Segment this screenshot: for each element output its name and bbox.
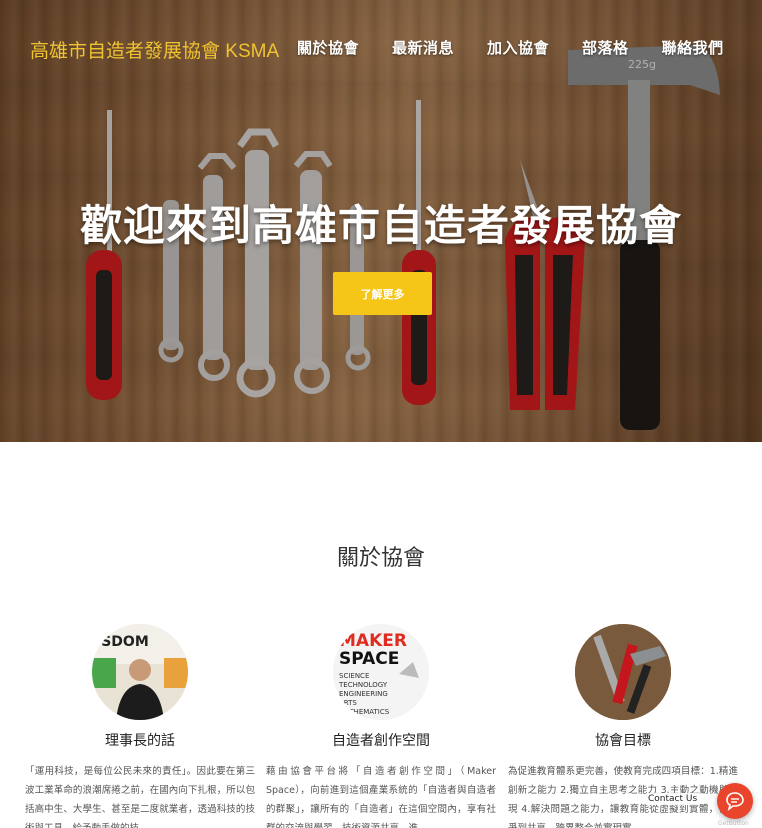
site-brand-logo[interactable]: 高雄市自造者發展協會 KSMA (30, 36, 279, 63)
about-column-chairman: ISDOM 理事長的話 「運用科技，是每位公民未來的責任」。因此要在第三波工業革… (22, 624, 258, 828)
tools-photo-icon (575, 624, 671, 720)
contact-chat-button[interactable] (717, 783, 753, 819)
nav-item-news[interactable]: 最新消息 (392, 37, 454, 58)
about-column-makerspace: MAKER SPACE SCIENCE TECHNOLOGY ENGINEERI… (263, 624, 499, 828)
svg-text:ISDOM: ISDOM (96, 634, 149, 650)
about-section-title: 關於協會 (336, 546, 425, 571)
contact-us-label[interactable]: Contact Us (646, 793, 700, 805)
hero-title: 歡迎來到高雄市自造者發展協會 (79, 201, 682, 250)
learn-more-button[interactable]: 了解更多 (333, 272, 432, 315)
column-title-chairman: 理事長的話 (105, 733, 175, 749)
nav-item-blog[interactable]: 部落格 (582, 37, 629, 58)
nav-item-join[interactable]: 加入協會 (487, 37, 549, 58)
nav-item-about[interactable]: 關於協會 (297, 37, 359, 58)
chairman-photo-icon: ISDOM (92, 624, 188, 720)
chat-icon (726, 792, 744, 811)
logo-space: SPACE (339, 649, 399, 669)
maker-space-logo-icon: MAKER SPACE SCIENCE TECHNOLOGY ENGINEERI… (333, 624, 429, 720)
logo-engineering: ENGINEERING (339, 690, 388, 698)
main-nav: 關於協會 最新消息 加入協會 部落格 聯絡我們 (297, 37, 757, 58)
logo-maker: MAKER (339, 631, 407, 651)
getbutton-credit: GetButton (718, 820, 749, 827)
logo-science: SCIENCE (339, 672, 369, 680)
column-title-makerspace: 自造者創作空間 (332, 733, 430, 749)
logo-technology: TECHNOLOGY (338, 681, 388, 689)
about-column-goals: 協會目標 為促進教育體系更完善，使教育完成四項目標：1.精進創新之能力 2.獨立… (505, 624, 741, 828)
column-title-goals: 協會目標 (595, 733, 651, 749)
logo-mathematics: MATHEMATICS (339, 708, 390, 716)
column-text-goals: 為促進教育體系更完善，使教育完成四項目標：1.精進創新之能力 2.獨立自主思考之… (508, 766, 738, 828)
nav-item-contact[interactable]: 聯絡我們 (662, 37, 724, 58)
column-text-chairman: 「運用科技，是每位公民未來的責任」。因此要在第三波工業革命的浪潮席捲之前，在國內… (25, 766, 255, 828)
hero-banner: 225g 高雄市自造者發展協會 KSMA 關於協會 最新消息 加入協會 部落格 … (0, 0, 762, 442)
logo-arts: ARTS (339, 699, 357, 707)
column-text-makerspace: 藉由協會平台將「自造者創作空間」（Maker Space），向前進到這個產業系統… (266, 766, 496, 828)
